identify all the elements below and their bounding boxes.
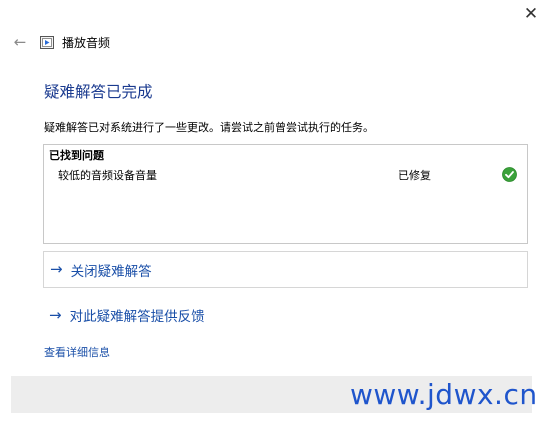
close-troubleshooter-link[interactable]: → 关闭疑难解答	[43, 251, 528, 288]
view-details-link[interactable]: 查看详细信息	[44, 344, 110, 360]
media-player-icon	[40, 36, 54, 49]
results-header: 已找到问题	[49, 149, 104, 162]
close-icon: ✕	[523, 4, 539, 24]
description-text: 疑难解答已对系统进行了一些更改。请尝试之前曾尝试执行的任务。	[44, 121, 374, 134]
arrow-right-icon: →	[50, 260, 63, 278]
close-troubleshooter-label: 关闭疑难解答	[70, 263, 152, 280]
back-arrow-icon: ←	[13, 33, 27, 51]
watermark-text: www.jdwx.cn	[350, 378, 538, 411]
back-button[interactable]: ←	[11, 33, 29, 51]
results-panel: 已找到问题 较低的音频设备音量 已修复	[43, 144, 528, 244]
arrow-right-icon: →	[49, 305, 62, 324]
close-button[interactable]: ✕	[518, 3, 544, 25]
page-title: 疑难解答已完成	[44, 83, 153, 101]
problem-name: 较低的音频设备音量	[58, 169, 157, 182]
check-icon	[502, 167, 517, 182]
feedback-label: 对此疑难解答提供反馈	[69, 309, 205, 325]
window-title: 播放音频	[62, 36, 111, 50]
feedback-link[interactable]: → 对此疑难解答提供反馈	[43, 298, 528, 332]
problem-status: 已修复	[398, 169, 431, 182]
